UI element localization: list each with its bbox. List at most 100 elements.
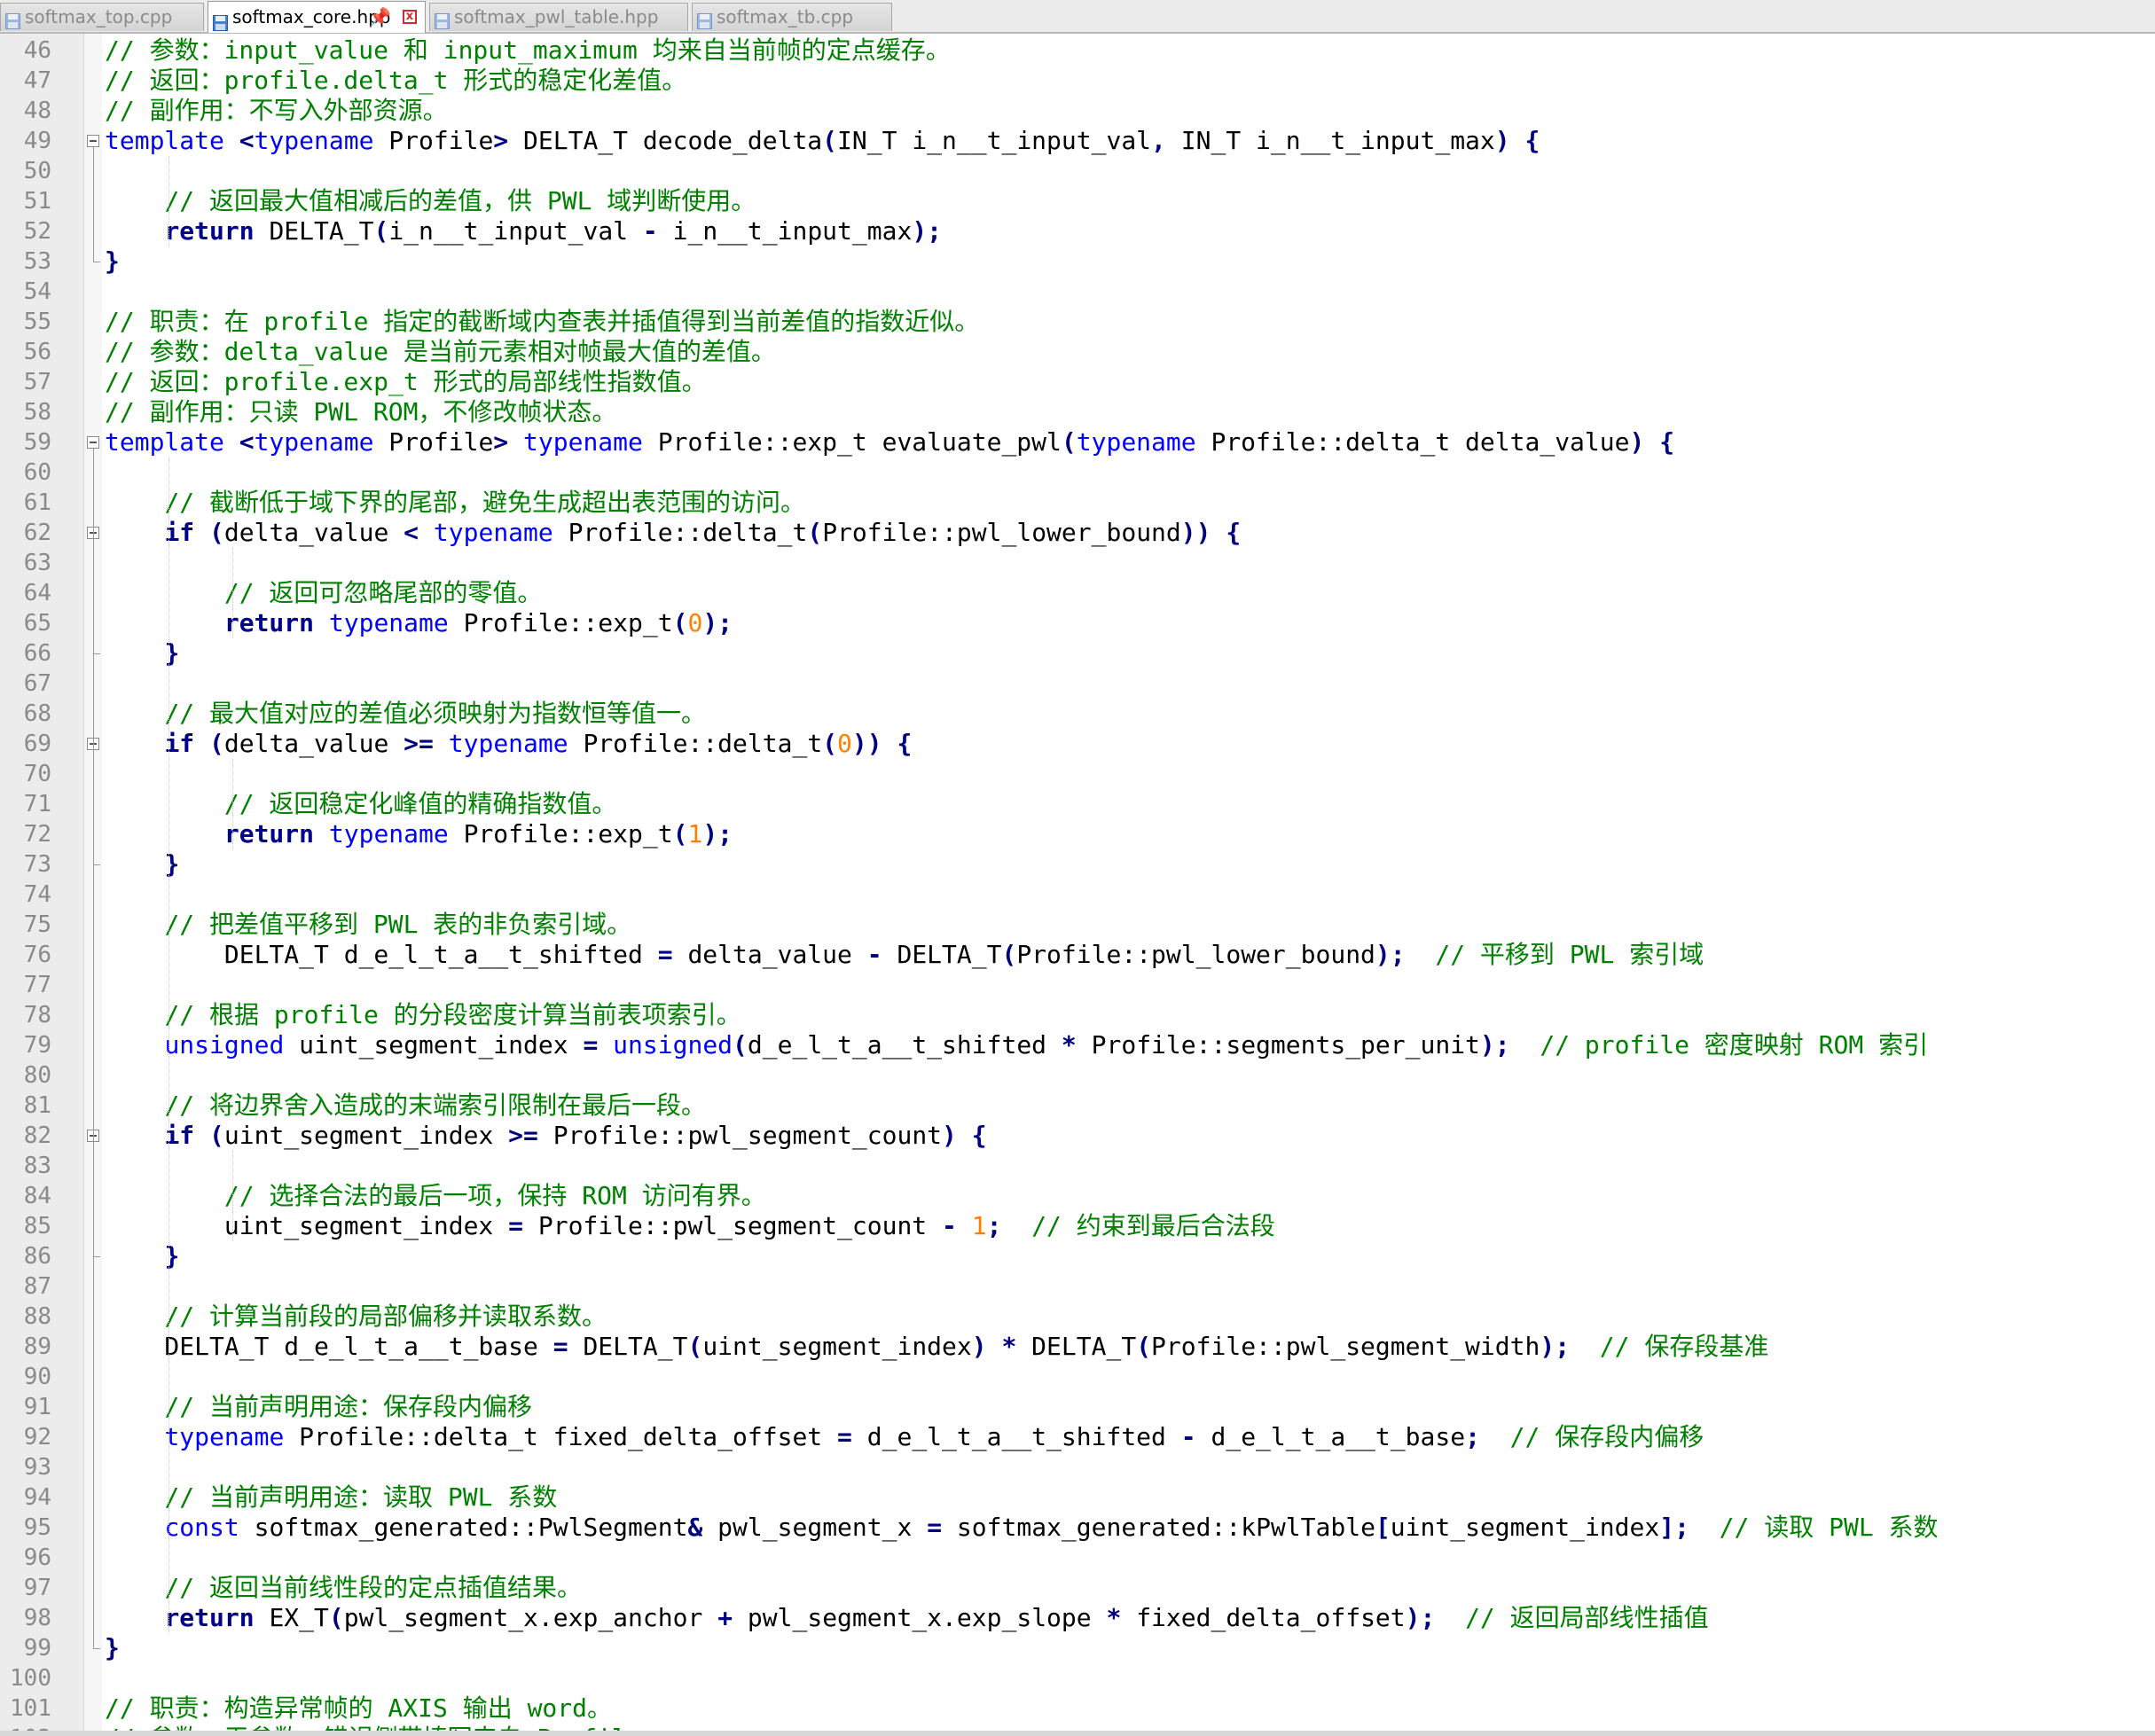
code-line[interactable]: // 返回可忽略尾部的零值。: [105, 578, 543, 608]
code-line[interactable]: template <typename Profile> DELTA_T deco…: [105, 126, 1540, 156]
code-token: Profile::delta_t: [568, 729, 823, 758]
code-token: ;: [1465, 1422, 1480, 1451]
code-token: (: [733, 1030, 748, 1060]
line-number: 70: [23, 761, 51, 787]
code-line[interactable]: // 计算当前段的局部偏移并读取系数。: [105, 1302, 607, 1332]
tab-softmax-core-hpp[interactable]: softmax_core.hpp 📌 x: [208, 1, 426, 33]
line-number: 91: [23, 1394, 51, 1420]
code-token: // 返回当前线性段的定点插值结果。: [164, 1573, 583, 1602]
pin-icon[interactable]: 📌: [369, 2, 391, 32]
code-token: =: [927, 1513, 943, 1542]
code-line[interactable]: // 返回：profile.exp_t 形式的局部线性指数值。: [105, 367, 707, 397]
code-token: d_e_l_t_a__t_shifted: [747, 1030, 1062, 1060]
code-token: Profile::pwl_lower_bound: [1016, 940, 1375, 969]
code-token: softmax_generated::kPwlTable: [942, 1513, 1375, 1542]
code-token: fixed_delta_offset: [1121, 1603, 1406, 1632]
code-line[interactable]: // 最大值对应的差值必须映射为指数恒等值一。: [105, 699, 706, 729]
indent-guide: [168, 457, 169, 1633]
line-number: 77: [23, 972, 51, 998]
code-line[interactable]: // 返回最大值相减后的差值，供 PWL 域判断使用。: [105, 186, 756, 216]
code-line[interactable]: uint_segment_index = Profile::pwl_segmen…: [105, 1211, 1275, 1241]
close-icon[interactable]: x: [403, 10, 417, 24]
code-line[interactable]: // 参数：input_value 和 input_maximum 均来自当前帧…: [105, 35, 951, 66]
code-line[interactable]: DELTA_T d_e_l_t_a__t_base = DELTA_T(uint…: [105, 1332, 1768, 1362]
code-line[interactable]: // 截断低于域下界的尾部，避免生成超出表范围的访问。: [105, 488, 805, 518]
code-token: <: [404, 518, 419, 547]
tab-bar: softmax_top.cpp softmax_core.hpp 📌 x softmax…: [0, 0, 2155, 34]
fold-toggle-icon[interactable]: [87, 436, 99, 449]
code-token: template: [105, 427, 224, 457]
code-token: ): [1629, 427, 1645, 457]
code-line[interactable]: // 副作用：不写入外部资源。: [105, 96, 448, 126]
code-line[interactable]: // 返回当前线性段的定点插值结果。: [105, 1573, 582, 1603]
code-line[interactable]: // 把差值平移到 PWL 表的非负索引域。: [105, 910, 631, 940]
code-line[interactable]: // 参数：delta_value 是当前元素相对帧最大值的差值。: [105, 337, 776, 367]
code-token: ): [1494, 126, 1510, 155]
code-line[interactable]: // 根据 profile 的分段密度计算当前表项索引。: [105, 1000, 741, 1030]
code-token: // 最大值对应的差值必须映射为指数恒等值一。: [164, 699, 707, 728]
code-line[interactable]: unsigned uint_segment_index = unsigned(d…: [105, 1030, 1928, 1060]
line-number: 86: [23, 1243, 51, 1270]
code-line[interactable]: // 职责：在 profile 指定的截断域内查表并插值得到当前差值的指数近似。: [105, 307, 979, 337]
code-token: i_n__t_input_max: [657, 216, 913, 246]
code-token: // 读取 PWL 系数: [1719, 1513, 1939, 1542]
code-token: // 计算当前段的局部偏移并读取系数。: [164, 1302, 607, 1331]
code-line[interactable]: return DELTA_T(i_n__t_input_val - i_n__t…: [105, 216, 942, 246]
code-line[interactable]: const softmax_generated::PwlSegment& pwl…: [105, 1513, 1939, 1543]
code-line[interactable]: // 选择合法的最后一项，保持 ROM 访问有界。: [105, 1181, 766, 1211]
code-line[interactable]: return EX_T(pwl_segment_x.exp_anchor + p…: [105, 1603, 1708, 1633]
code-line[interactable]: // 返回：profile.delta_t 形式的稳定化差值。: [105, 66, 686, 96]
code-line[interactable]: return typename Profile::exp_t(0);: [105, 608, 733, 638]
code-line[interactable]: // 返回稳定化峰值的精确指数值。: [105, 789, 617, 819]
code-token: delta_value: [223, 518, 404, 547]
tab-softmax-top-cpp[interactable]: softmax_top.cpp: [0, 3, 204, 31]
tab-label: softmax_core.hpp: [232, 6, 391, 27]
code-line[interactable]: // 当前声明用途：读取 PWL 系数: [105, 1482, 557, 1513]
code-line[interactable]: }: [105, 246, 120, 277]
code-line[interactable]: return typename Profile::exp_t(1);: [105, 819, 733, 849]
code-token: DELTA_T: [254, 216, 374, 246]
line-number: 96: [23, 1544, 51, 1571]
line-number: 67: [23, 670, 51, 697]
code-line[interactable]: if (uint_segment_index >= Profile::pwl_s…: [105, 1121, 986, 1151]
code-editor[interactable]: 46 // 参数：input_value 和 input_maximum 均来自当…: [0, 35, 2155, 1736]
code-token: -: [866, 940, 882, 969]
code-line[interactable]: }: [105, 1633, 120, 1663]
code-line[interactable]: // 副作用：只读 PWL ROM，不修改帧状态。: [105, 397, 616, 427]
code-token: pwl_segment_x: [702, 1513, 928, 1542]
code-line[interactable]: // 职责：构造异常帧的 AXIS 输出 word。: [105, 1693, 612, 1724]
code-token: 1: [971, 1211, 987, 1240]
code-line[interactable]: template <typename Profile> typename Pro…: [105, 427, 1674, 457]
fold-toggle-icon[interactable]: [87, 135, 99, 147]
code-token: Profile::pwl_segment_count: [537, 1121, 943, 1150]
code-line[interactable]: // 将边界舍入造成的末端索引限制在最后一段。: [105, 1091, 706, 1121]
code-token: +: [717, 1603, 733, 1632]
line-number: 55: [23, 309, 51, 335]
code-token: >=: [508, 1121, 538, 1150]
code-token: (: [672, 608, 688, 637]
line-number: 97: [23, 1575, 51, 1601]
code-token: );: [1405, 1603, 1436, 1632]
code-line[interactable]: if (delta_value >= typename Profile::del…: [105, 729, 912, 759]
code-line[interactable]: typename Profile::delta_t fixed_delta_of…: [105, 1422, 1704, 1452]
tab-softmax-pwl-table-hpp[interactable]: softmax_pwl_table.hpp: [429, 3, 688, 31]
tab-softmax-tb-cpp[interactable]: softmax_tb.cpp: [692, 3, 892, 31]
code-token: // 返回：profile.exp_t 形式的局部线性指数值。: [105, 367, 707, 396]
horizontal-scrollbar[interactable]: [0, 1731, 2155, 1736]
code-line[interactable]: if (delta_value < typename Profile::delt…: [105, 518, 1241, 548]
code-token: (: [209, 729, 224, 758]
code-line[interactable]: DELTA_T d_e_l_t_a__t_shifted = delta_val…: [105, 940, 1704, 970]
